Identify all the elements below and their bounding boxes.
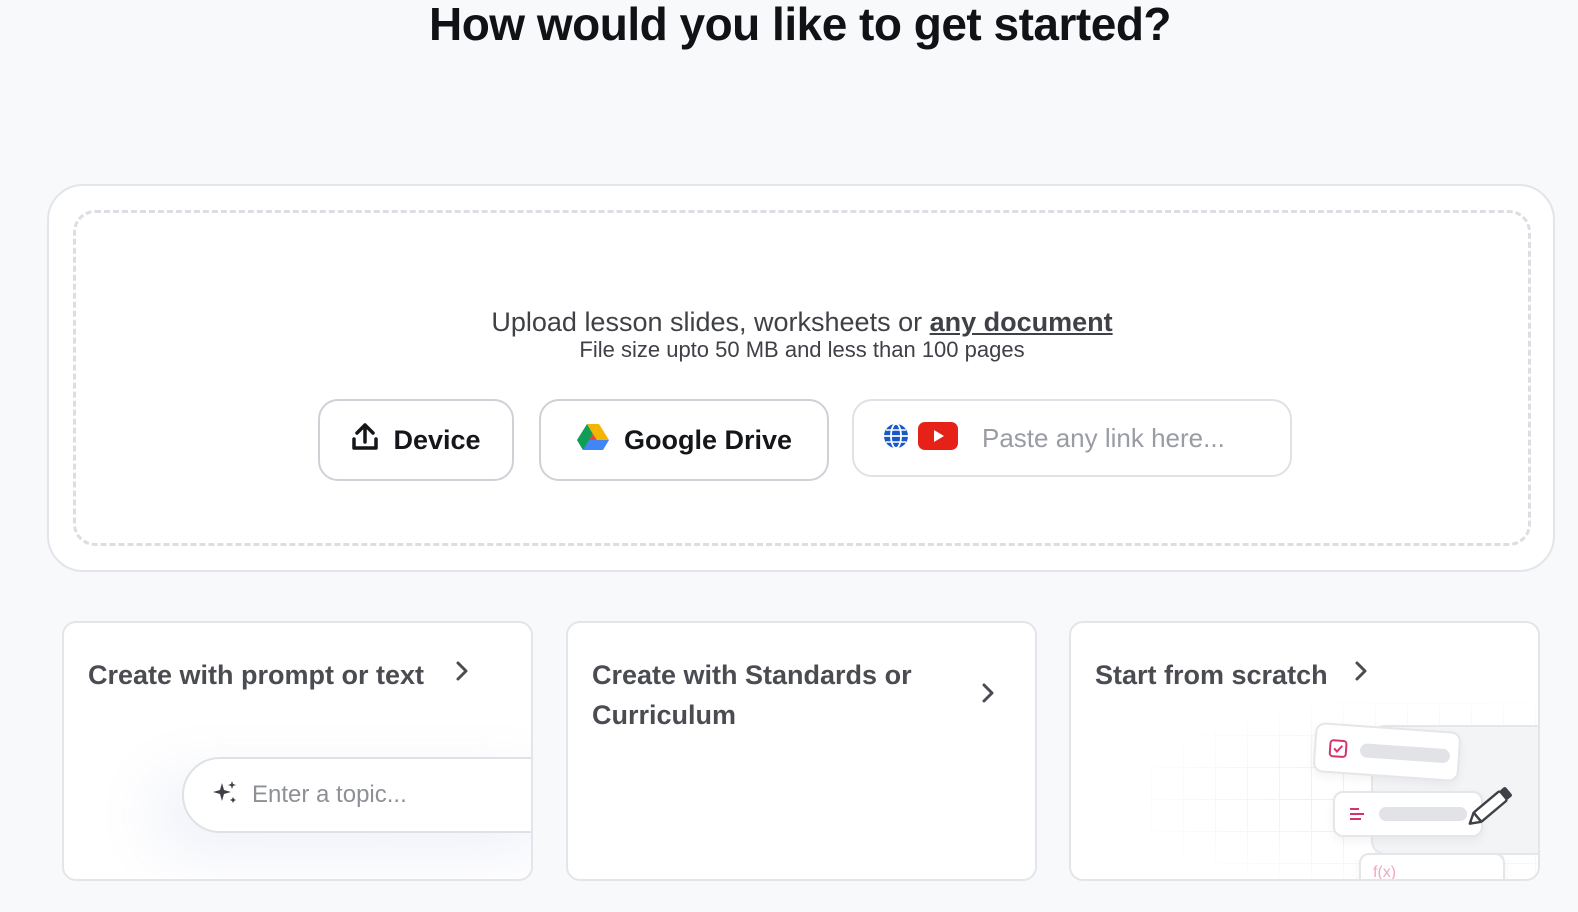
illustration-checkbox-card — [1312, 721, 1462, 783]
device-upload-button[interactable]: Device — [318, 399, 514, 481]
upload-dropzone[interactable]: Upload lesson slides, worksheets or any … — [73, 210, 1531, 546]
drive-button-label: Google Drive — [623, 424, 793, 455]
illustration-formula-card: f(x) — [1359, 853, 1505, 881]
checkbox-icon — [1328, 739, 1348, 758]
youtube-icon — [918, 421, 958, 455]
illustration-text-card — [1333, 791, 1483, 837]
any-document-link[interactable]: any document — [930, 307, 1113, 337]
paste-link-field[interactable] — [852, 399, 1292, 477]
text-lines-icon — [1350, 808, 1364, 820]
topic-input-wrapper[interactable] — [182, 757, 531, 833]
upload-instructions: Upload lesson slides, worksheets or any … — [76, 307, 1528, 338]
topic-input[interactable] — [252, 781, 512, 809]
start-from-scratch-card[interactable]: f(x) Start from scratch — [1069, 621, 1540, 881]
chevron-right-icon — [454, 659, 470, 690]
globe-icon — [882, 422, 910, 455]
create-with-prompt-card[interactable]: Create with prompt or text — [62, 621, 533, 881]
formula-icon: f(x) — [1373, 864, 1397, 881]
sparkle-icon — [212, 780, 238, 811]
upload-instructions-text: Upload lesson slides, worksheets or — [491, 307, 930, 337]
google-drive-icon — [576, 422, 610, 459]
chevron-right-icon — [1353, 659, 1369, 690]
scratch-card-title: Start from scratch — [1095, 660, 1328, 690]
pencil-icon — [1467, 783, 1517, 832]
chevron-right-icon — [980, 681, 996, 712]
device-button-label: Device — [393, 424, 481, 455]
google-drive-button[interactable]: Google Drive — [539, 399, 829, 481]
paste-link-input[interactable] — [982, 422, 1242, 454]
standards-card-title: Create with Standards or Curriculum — [592, 660, 912, 730]
upload-limits: File size upto 50 MB and less than 100 p… — [579, 337, 1025, 362]
upload-card: Upload lesson slides, worksheets or any … — [47, 184, 1555, 572]
create-with-standards-card[interactable]: Create with Standards or Curriculum — [566, 621, 1037, 881]
upload-icon — [351, 422, 379, 459]
page-title: How would you like to get started? — [428, 0, 1172, 50]
prompt-card-title: Create with prompt or text — [88, 660, 425, 690]
